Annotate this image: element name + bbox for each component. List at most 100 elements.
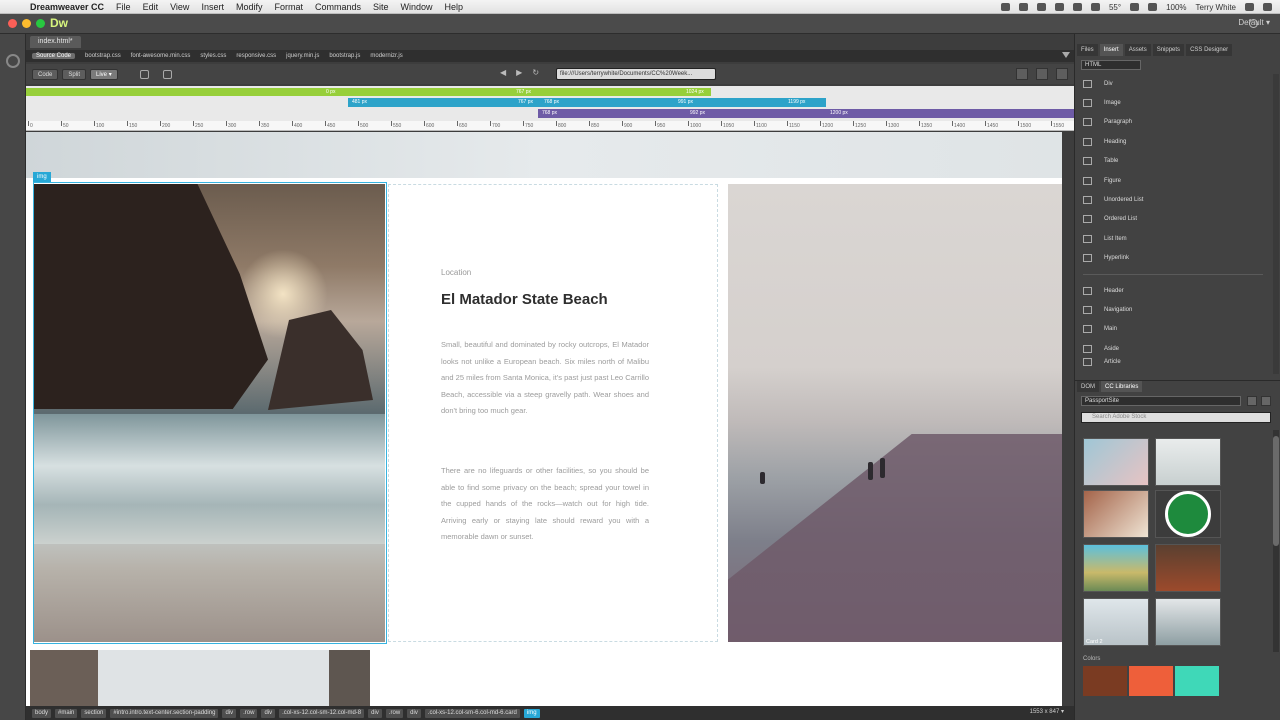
library-select[interactable]: PassportSite: [1081, 396, 1241, 406]
related-file[interactable]: styles.css: [200, 53, 226, 59]
preview-icon[interactable]: [162, 69, 172, 79]
tag-crumb[interactable]: .col-xs-12.col-sm-12.col-md-8: [279, 708, 365, 718]
library-asset-card[interactable]: Card 2: [1083, 598, 1149, 646]
insert-item-image[interactable]: Image: [1075, 93, 1271, 112]
insert-item-article[interactable]: Article: [1075, 358, 1271, 367]
document-tab[interactable]: index.html*: [30, 36, 81, 48]
library-asset[interactable]: [1155, 438, 1221, 486]
menu-site[interactable]: Site: [373, 2, 389, 12]
scrollbar-thumb[interactable]: [1273, 436, 1279, 546]
status-icon[interactable]: [1000, 3, 1010, 11]
library-asset[interactable]: [1083, 490, 1149, 538]
location-card[interactable]: Location El Matador State Beach Small, b…: [388, 184, 718, 642]
menu-commands[interactable]: Commands: [315, 2, 361, 12]
battery-percent[interactable]: 100%: [1166, 3, 1186, 12]
media-query-bar-purple[interactable]: 768 px 992 px 1200 px: [538, 109, 1074, 118]
list-view-icon[interactable]: [1261, 396, 1271, 406]
menu-edit[interactable]: Edit: [143, 2, 159, 12]
tag-crumb[interactable]: div: [407, 708, 421, 718]
insert-item-header[interactable]: Header: [1075, 281, 1271, 300]
insert-item-div[interactable]: Div: [1075, 74, 1271, 93]
tag-crumb[interactable]: #intro.intro.text-center.section-padding: [110, 708, 219, 718]
color-swatch[interactable]: [1129, 666, 1173, 696]
rocky-beach-image[interactable]: [33, 184, 385, 642]
tab-dom[interactable]: DOM: [1077, 381, 1099, 392]
scrollbar[interactable]: [1273, 430, 1279, 652]
refresh-icon[interactable]: ↻: [532, 68, 539, 77]
library-asset[interactable]: [1155, 544, 1221, 592]
status-icon[interactable]: [1090, 3, 1100, 11]
library-asset[interactable]: [1083, 438, 1149, 486]
library-asset[interactable]: [1155, 490, 1221, 538]
color-swatch[interactable]: [1083, 666, 1127, 696]
tag-crumb[interactable]: div: [368, 708, 382, 718]
library-asset[interactable]: [1155, 598, 1221, 646]
search-icon[interactable]: [1245, 3, 1254, 11]
tab-insert[interactable]: Insert: [1099, 44, 1123, 56]
insert-item-main[interactable]: Main: [1075, 320, 1271, 339]
tag-crumb[interactable]: body: [32, 708, 52, 718]
insert-item-navigation[interactable]: Navigation: [1075, 300, 1271, 319]
forward-arrow-icon[interactable]: ▶: [516, 68, 522, 77]
weather-temp[interactable]: 55°: [1109, 3, 1121, 12]
tag-crumb[interactable]: .col-xs-12.col-sm-6.col-md-6.card: [424, 708, 520, 718]
insert-item-ordered-list[interactable]: Ordered List: [1075, 210, 1271, 229]
tag-crumb[interactable]: .row: [385, 708, 404, 718]
volume-icon[interactable]: [1148, 3, 1158, 11]
workspace-switcher[interactable]: Default ▾: [1238, 18, 1270, 27]
tab-cc-libraries[interactable]: CC Libraries: [1101, 381, 1143, 392]
insert-item-paragraph[interactable]: Paragraph: [1075, 113, 1271, 132]
element-badge[interactable]: img: [33, 172, 51, 182]
insert-item-aside[interactable]: Aside: [1075, 339, 1271, 358]
insert-category-select[interactable]: HTML: [1081, 60, 1141, 70]
tab-files[interactable]: Files: [1077, 44, 1098, 56]
live-view-button[interactable]: Live ▾: [90, 68, 118, 80]
related-file[interactable]: responsive.css: [236, 53, 276, 59]
gear-icon[interactable]: [6, 54, 20, 68]
related-file[interactable]: bootstrap.css: [85, 53, 121, 59]
menu-modify[interactable]: Modify: [236, 2, 263, 12]
address-field[interactable]: file:///Users/terrywhite/Documents/CC%20…: [556, 68, 716, 80]
back-arrow-icon[interactable]: ◀: [500, 68, 506, 77]
close-window-button[interactable]: [8, 19, 17, 28]
insert-item-list-item[interactable]: List Item: [1075, 229, 1271, 248]
media-query-bar-blue[interactable]: 481 px 767 px 768 px 991 px 1199 px: [348, 98, 826, 107]
library-asset[interactable]: [1083, 544, 1149, 592]
media-query-bar-green[interactable]: 0 px 767 px 1024 px: [26, 88, 711, 96]
related-file-source[interactable]: Source Code: [32, 53, 76, 59]
tab-css-designer[interactable]: CSS Designer: [1186, 44, 1233, 56]
filter-icon[interactable]: [1062, 52, 1070, 60]
menu-format[interactable]: Format: [274, 2, 303, 12]
menu-insert[interactable]: Insert: [201, 2, 224, 12]
tab-assets[interactable]: Assets: [1124, 44, 1151, 56]
insert-item-heading[interactable]: Heading: [1075, 132, 1271, 151]
related-file[interactable]: modernizr.js: [370, 53, 402, 59]
notification-center-icon[interactable]: [1263, 3, 1272, 11]
tag-crumb-selected[interactable]: img: [523, 708, 540, 718]
tab-snippets[interactable]: Snippets: [1152, 44, 1185, 56]
related-file[interactable]: font-awesome.min.css: [131, 53, 191, 59]
sort-icon[interactable]: [1056, 68, 1068, 80]
insert-item-figure[interactable]: Figure: [1075, 171, 1271, 190]
visual-media-query-icon[interactable]: [1016, 68, 1028, 80]
window-size-selector[interactable]: 1553 x 847 ▾: [1030, 708, 1064, 715]
tag-crumb[interactable]: #main: [55, 708, 78, 718]
tag-crumb[interactable]: section: [81, 708, 107, 718]
tag-crumb[interactable]: .row: [240, 708, 258, 718]
status-icon[interactable]: [1072, 3, 1082, 11]
status-icon[interactable]: [1036, 3, 1046, 11]
tag-crumb[interactable]: div: [261, 708, 276, 718]
code-view-button[interactable]: Code: [32, 68, 59, 80]
minimize-window-button[interactable]: [22, 19, 31, 28]
zoom-window-button[interactable]: [36, 19, 45, 28]
file-management-icon[interactable]: [1036, 68, 1048, 80]
menu-file[interactable]: File: [116, 2, 131, 12]
insert-item-unordered-list[interactable]: Unordered List: [1075, 190, 1271, 209]
status-icon[interactable]: [1018, 3, 1028, 11]
user-name[interactable]: Terry White: [1196, 3, 1236, 12]
inspect-icon[interactable]: [139, 69, 149, 79]
menu-view[interactable]: View: [170, 2, 189, 12]
creative-cloud-icon[interactable]: [1054, 3, 1064, 11]
stock-search-input[interactable]: Search Adobe Stock: [1081, 412, 1271, 423]
grid-view-icon[interactable]: [1247, 396, 1257, 406]
